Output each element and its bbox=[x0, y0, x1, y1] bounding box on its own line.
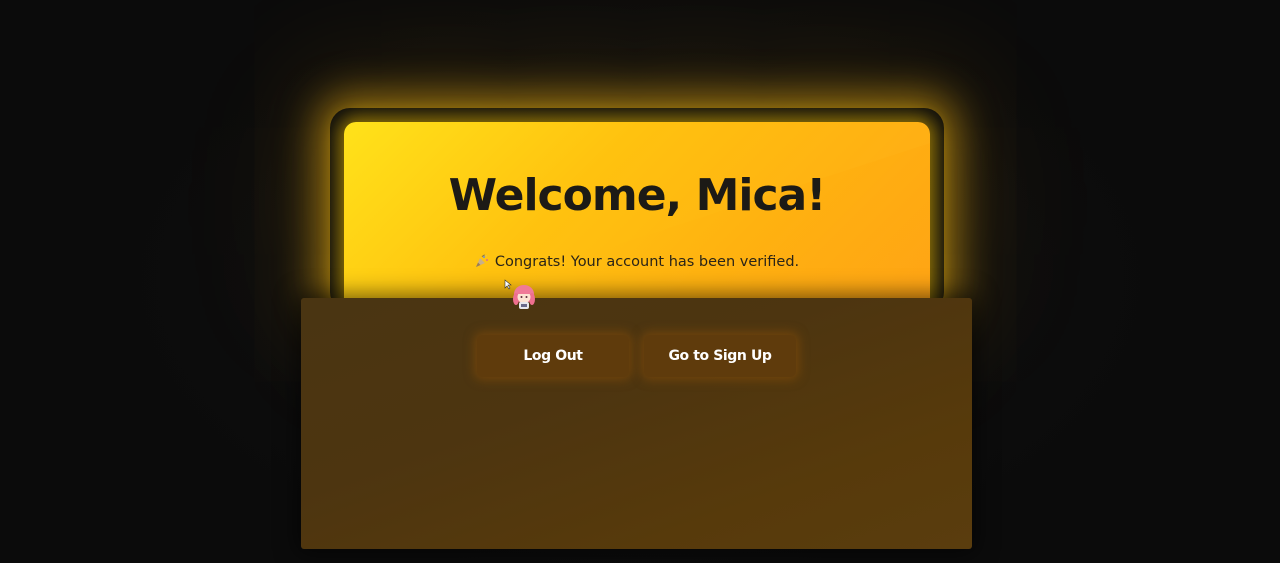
verification-message: Congrats! Your account has been verified… bbox=[344, 254, 930, 270]
verification-text: Congrats! Your account has been verified… bbox=[494, 254, 800, 270]
party-popper-icon bbox=[475, 254, 488, 267]
welcome-title: Welcome, Mica! bbox=[448, 170, 827, 221]
go-to-signup-button[interactable]: Go to Sign Up bbox=[644, 335, 796, 377]
card-sheen bbox=[568, 122, 930, 322]
actions-panel bbox=[301, 298, 972, 549]
welcome-card: Welcome, Mica! Congrats! Your account ha… bbox=[344, 122, 930, 322]
page: Welcome, Mica! Congrats! Your account ha… bbox=[0, 0, 1280, 563]
anime-girl-cursor-icon bbox=[504, 279, 535, 309]
logout-button[interactable]: Log Out bbox=[477, 335, 629, 377]
